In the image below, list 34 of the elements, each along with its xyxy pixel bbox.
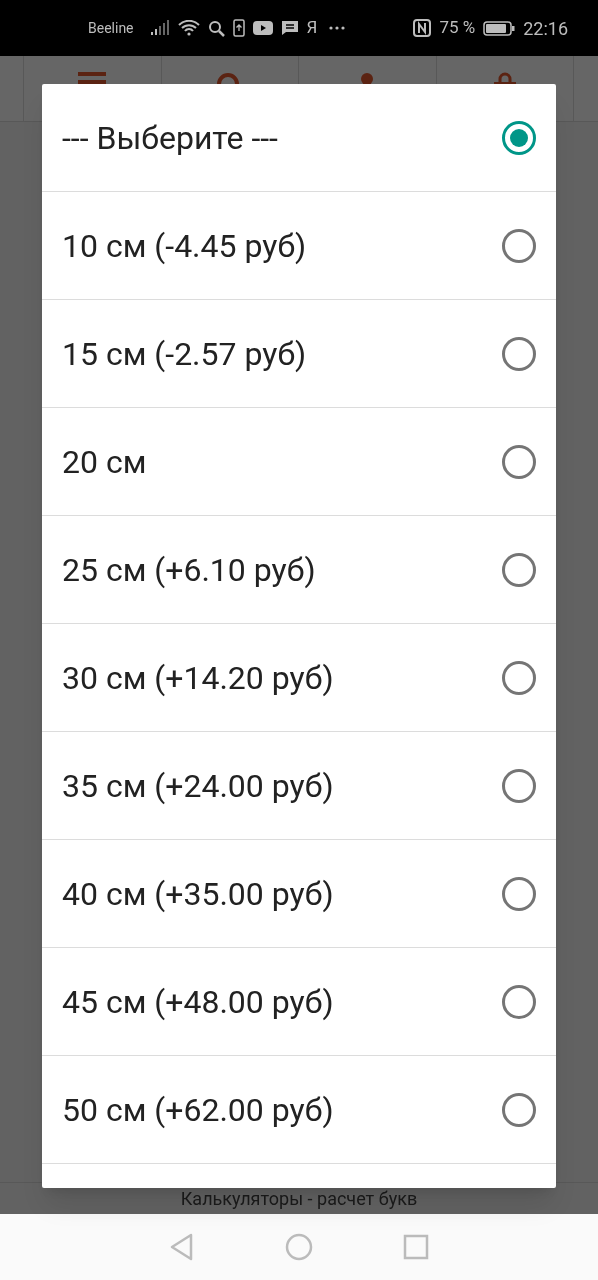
more-icon (329, 26, 346, 30)
radio-button[interactable] (502, 228, 536, 263)
nfc-icon (413, 19, 432, 37)
radio-button[interactable] (502, 984, 536, 1019)
option-row[interactable]: 10 см (-4.45 руб) (42, 192, 556, 300)
footer-text: Калькуляторы - расчет букв (180, 1187, 418, 1211)
search-icon (207, 19, 225, 37)
phone-upload-icon (232, 19, 245, 37)
option-row[interactable]: 50 см (+62.00 руб) (42, 1056, 556, 1164)
video-icon (252, 21, 273, 35)
carrier-label: Beeline (88, 18, 134, 38)
radio-button[interactable] (502, 876, 536, 911)
wifi-icon (177, 20, 200, 36)
option-row[interactable]: 35 см (+24.00 руб) (42, 732, 556, 840)
option-row[interactable]: 40 см (+35.00 руб) (42, 840, 556, 948)
radio-button[interactable] (502, 660, 536, 695)
message-icon (280, 20, 299, 36)
option-row[interactable]: --- Выберите --- (42, 84, 556, 192)
option-row[interactable]: 15 см (-2.57 руб) (42, 300, 556, 408)
radio-button[interactable] (502, 552, 536, 587)
yandex-glyph: Я (306, 16, 318, 40)
option-row[interactable]: 45 см (+48.00 руб) (42, 948, 556, 1056)
signal-icon (149, 20, 170, 36)
option-row[interactable]: 25 см (+6.10 руб) (42, 516, 556, 624)
radio-button[interactable] (502, 1092, 536, 1127)
clock: 22:16 (523, 16, 568, 41)
option-row[interactable]: 20 см (42, 408, 556, 516)
option-row[interactable]: 30 см (+14.20 руб) (42, 624, 556, 732)
battery-icon (483, 20, 516, 36)
radio-button[interactable] (502, 120, 536, 155)
radio-button[interactable] (502, 444, 536, 479)
radio-button[interactable] (502, 768, 536, 803)
radio-button[interactable] (502, 336, 536, 371)
battery-percent: 75 % (439, 16, 476, 40)
